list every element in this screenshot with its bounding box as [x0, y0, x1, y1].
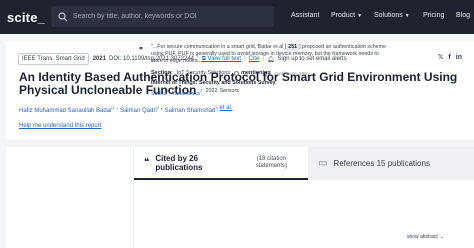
source-author-link[interactable]: Yanambaka2,: [172, 88, 204, 97]
source-year: 2022: [205, 88, 218, 94]
source-title[interactable]: Internet of Things: Security and Solutio…: [151, 80, 466, 86]
citation-tabs: ❝ Cited by 26 publications (18 citation …: [134, 147, 474, 180]
scite-logo[interactable]: scite_: [7, 10, 45, 25]
author-link[interactable]: Hafiz Muhammad Sanaullah Badar1: [19, 105, 114, 114]
side-panel: [6, 147, 134, 248]
paper-year: 2021: [92, 56, 107, 62]
help-link[interactable]: Help me understand this report: [19, 123, 101, 129]
nav-assistant[interactable]: Assistant: [291, 12, 319, 19]
citations-panel: ❝ Cited by 26 publications (18 citation …: [6, 147, 474, 248]
chevron-down-icon: ⌄: [439, 234, 444, 240]
mentioning-badge: mentioning: [234, 70, 271, 76]
tab-references[interactable]: ▭ References 15 publications: [308, 147, 474, 180]
source-author-link[interactable]: Sadhu1,: [151, 88, 170, 97]
citation-section-row: Section: IoT Security Solutions mentioni…: [151, 70, 309, 76]
document-icon: ▭: [318, 158, 328, 169]
top-navbar: scite_ Assistant Product▼ Solutions▼ Pri…: [0, 0, 474, 34]
search-bar[interactable]: [51, 6, 274, 27]
chevron-down-icon: ▼: [404, 12, 410, 19]
nav-product[interactable]: Product ▼: [331, 12, 362, 19]
et-al-link[interactable]: et al.: [220, 105, 233, 114]
journal-tag: IEEE Trans. Smart Grid: [18, 53, 89, 65]
source-journal: Sensors: [219, 88, 239, 94]
source-authors: Sadhu1, Yanambaka2, 2022 Sensors: [151, 88, 466, 97]
mentioning-icon: [234, 70, 240, 76]
chevron-down-icon: ▼: [357, 12, 363, 19]
author-link[interactable]: Salman Qadri2: [120, 105, 159, 114]
search-icon: [58, 11, 68, 21]
citation-statement: ❞ "...For secure communication in a smar…: [136, 44, 466, 97]
nav-pricing[interactable]: Pricing: [423, 12, 444, 19]
nav-blog[interactable]: Blog: [456, 12, 470, 19]
quote-icon: ❞: [138, 46, 144, 55]
nav-solutions[interactable]: Solutions ▼: [374, 12, 410, 19]
citation-quote: "...For secure communication in a smart …: [151, 44, 386, 64]
reference-badge[interactable]: 251: [286, 44, 300, 51]
tab-cited-by[interactable]: ❝ Cited by 26 publications (18 citation …: [134, 147, 308, 180]
show-abstract-button[interactable]: show abstract ⌄: [407, 234, 444, 240]
quote-up-icon: ❝: [144, 157, 150, 168]
author-link[interactable]: Salman Shamshad3: [165, 105, 218, 114]
search-input[interactable]: [73, 13, 263, 20]
author-list: Hafiz Muhammad Sanaullah Badar1, Salman …: [19, 105, 233, 114]
confidence-label: confidence: 99%: [274, 70, 309, 76]
